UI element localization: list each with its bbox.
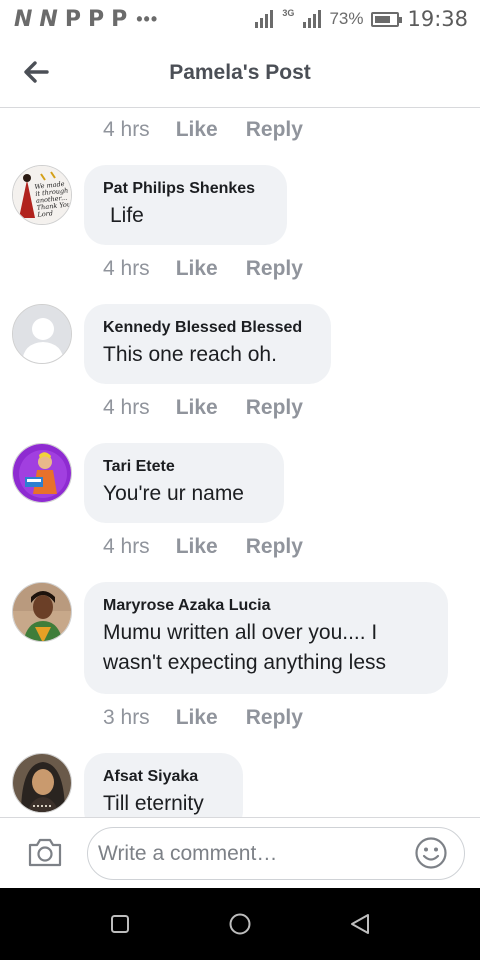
avatar[interactable] <box>12 443 72 503</box>
notification-p-icon: P <box>87 6 104 32</box>
comment-text: Mumu written all over you.... I wasn't e… <box>103 621 387 674</box>
arrow-left-icon <box>24 61 49 83</box>
comment-bubble[interactable]: Maryrose Azaka Lucia Mumu written all ov… <box>84 582 448 694</box>
back-triangle-icon <box>351 914 369 934</box>
status-right: 3G 73% 19:38 <box>255 7 468 31</box>
reply-button[interactable]: Reply <box>246 118 303 142</box>
comment-meta: 3 hrs Like Reply <box>103 706 303 730</box>
comment-meta: 4 hrs Like Reply <box>103 257 303 281</box>
comment-time: 3 hrs <box>103 706 150 729</box>
comment-composer <box>0 817 480 888</box>
comments-feed[interactable]: 4 hrs Like Reply We made it through anot… <box>0 109 480 817</box>
header: Pamela's Post <box>0 38 480 108</box>
comment-text: You're ur name <box>103 482 244 505</box>
home-button[interactable] <box>225 909 255 939</box>
like-button[interactable]: Like <box>176 706 218 730</box>
comment-meta: 4 hrs Like Reply <box>103 396 303 420</box>
comment-author[interactable]: Maryrose Azaka Lucia <box>103 596 428 616</box>
avatar[interactable] <box>12 304 72 364</box>
comment-time: 4 hrs <box>103 396 150 419</box>
system-nav-bar <box>0 888 480 960</box>
comment-author[interactable]: Pat Philips Shenkes <box>103 179 267 199</box>
comment-bubble[interactable]: Pat Philips Shenkes Life <box>84 165 287 245</box>
comment-input[interactable] <box>87 827 465 880</box>
avatar-image <box>13 754 71 812</box>
clock: 19:38 <box>407 7 468 31</box>
like-button[interactable]: Like <box>176 118 218 142</box>
reply-button[interactable]: Reply <box>246 706 303 730</box>
comment-text: Life <box>110 204 144 227</box>
notification-p-icon: P <box>111 6 127 32</box>
comment-author[interactable]: Kennedy Blessed Blessed <box>103 318 311 338</box>
smiley-icon <box>415 837 447 869</box>
signal-icon <box>255 10 274 28</box>
avatar-badge-text: We made it through another... Thank You … <box>34 179 72 219</box>
notification-n-icon: N <box>39 6 57 32</box>
more-notifications-icon: ••• <box>136 8 159 29</box>
comment-time: 4 hrs <box>103 118 150 141</box>
camera-icon <box>28 838 62 867</box>
battery-icon <box>371 11 403 27</box>
avatar-image <box>13 583 71 641</box>
comment-author[interactable]: Afsat Siyaka <box>103 767 223 787</box>
reply-button[interactable]: Reply <box>246 257 303 281</box>
reply-button[interactable]: Reply <box>246 396 303 420</box>
comment-bubble[interactable]: Afsat Siyaka Till eternity <box>84 753 243 817</box>
avatar[interactable] <box>12 753 72 813</box>
recent-apps-button[interactable] <box>105 909 135 939</box>
home-icon <box>229 913 251 935</box>
like-button[interactable]: Like <box>176 257 218 281</box>
emoji-button[interactable] <box>414 836 448 870</box>
signal-icon <box>303 10 322 28</box>
comment-meta: 4 hrs Like Reply <box>103 118 303 142</box>
like-button[interactable]: Like <box>176 396 218 420</box>
avatar[interactable]: We made it through another... Thank You … <box>12 165 72 225</box>
back-button[interactable] <box>16 54 56 90</box>
comment-meta: 4 hrs Like Reply <box>103 535 303 559</box>
recent-apps-icon <box>111 915 129 933</box>
comment-bubble[interactable]: Tari Etete You're ur name <box>84 443 284 523</box>
comment-time: 4 hrs <box>103 257 150 280</box>
like-button[interactable]: Like <box>176 535 218 559</box>
comment-author[interactable]: Tari Etete <box>103 457 264 477</box>
camera-button[interactable] <box>27 836 63 868</box>
notification-n-icon: N <box>14 6 32 32</box>
comment-text: Till eternity <box>103 792 204 815</box>
comment-time: 4 hrs <box>103 535 150 558</box>
avatar-image <box>13 444 71 502</box>
system-back-button[interactable] <box>345 909 375 939</box>
notification-p-icon: P <box>64 6 81 32</box>
default-avatar-icon <box>13 305 71 363</box>
reply-button[interactable]: Reply <box>246 535 303 559</box>
status-bar: N N P P P ••• 3G 73% 19:38 <box>0 0 480 38</box>
battery-percent: 73% <box>329 9 364 28</box>
comment-bubble[interactable]: Kennedy Blessed Blessed This one reach o… <box>84 304 331 384</box>
avatar[interactable] <box>12 582 72 642</box>
comment-text: This one reach oh. <box>103 343 277 366</box>
page-title: Pamela's Post <box>169 60 311 84</box>
network-label: 3G <box>282 8 295 18</box>
notification-icons: N N P P P ••• <box>14 7 158 32</box>
